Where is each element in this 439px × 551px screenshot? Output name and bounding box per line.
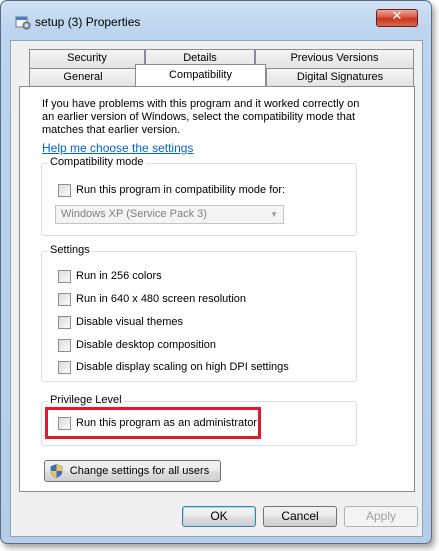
close-icon: ✕ bbox=[391, 9, 403, 24]
intro-text: If you have problems with this program a… bbox=[42, 98, 360, 136]
setting-checkbox[interactable] bbox=[58, 293, 71, 306]
highlight-box bbox=[45, 407, 261, 439]
compatibility-mode-label: Compatibility mode bbox=[48, 156, 146, 168]
close-button[interactable]: ✕ bbox=[376, 9, 418, 27]
apply-button[interactable]: Apply bbox=[344, 506, 418, 527]
setting-checkbox[interactable] bbox=[58, 270, 71, 283]
tab-security[interactable]: Security bbox=[29, 49, 145, 68]
setting-checkbox[interactable] bbox=[58, 361, 71, 374]
uac-shield-icon bbox=[50, 464, 63, 478]
compat-os-select: Windows XP (Service Pack 3) ▼ bbox=[55, 205, 284, 224]
help-link[interactable]: Help me choose the settings bbox=[42, 141, 193, 155]
setting-label: Disable visual themes bbox=[76, 316, 183, 328]
chevron-down-icon: ▼ bbox=[270, 210, 278, 219]
compat-mode-checkbox[interactable] bbox=[58, 184, 71, 197]
privilege-level-label: Privilege Level bbox=[48, 394, 124, 406]
window-title: setup (3) Properties bbox=[35, 15, 141, 29]
tab-digital-signatures[interactable]: Digital Signatures bbox=[266, 68, 414, 87]
compat-mode-checkbox-label: Run this program in compatibility mode f… bbox=[76, 184, 286, 196]
tab-compatibility[interactable]: Compatibility bbox=[135, 64, 266, 86]
setting-label: Run in 640 x 480 screen resolution bbox=[76, 293, 246, 305]
setting-label: Disable desktop composition bbox=[76, 339, 217, 351]
tab-previous-versions[interactable]: Previous Versions bbox=[255, 49, 414, 68]
setting-checkbox[interactable] bbox=[58, 316, 71, 329]
ok-button[interactable]: OK bbox=[182, 506, 256, 527]
program-properties-icon bbox=[15, 16, 31, 30]
tab-general[interactable]: General bbox=[29, 68, 137, 87]
change-settings-all-users-button[interactable]: Change settings for all users bbox=[44, 460, 221, 482]
setting-checkbox[interactable] bbox=[58, 339, 71, 352]
compatibility-mode-group: Compatibility mode bbox=[41, 156, 357, 236]
setting-label: Run in 256 colors bbox=[76, 270, 162, 282]
change-settings-label: Change settings for all users bbox=[69, 465, 210, 477]
cancel-button[interactable]: Cancel bbox=[263, 506, 337, 527]
compat-os-value: Windows XP (Service Pack 3) bbox=[61, 208, 207, 220]
title-bar[interactable]: setup (3) Properties ✕ bbox=[1, 1, 431, 31]
settings-label: Settings bbox=[48, 244, 92, 256]
setting-label: Disable display scaling on high DPI sett… bbox=[76, 361, 289, 373]
